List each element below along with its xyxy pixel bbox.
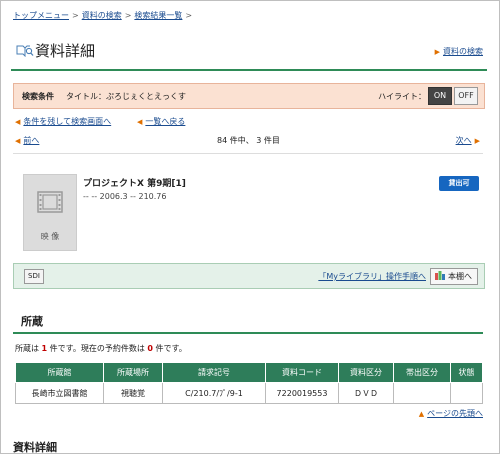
column-header: 所蔵館: [15, 362, 104, 383]
page-header: 資料詳細 ▶ 資料の検索: [11, 31, 487, 71]
highlight-on-button[interactable]: ON: [428, 87, 452, 105]
sdi-bar: SDI 「Myライブラリ」操作手順へ 本棚へ: [13, 263, 485, 289]
table-row: 長崎市立図書館 視聴覚 C/210.7/ﾌﾟ/9-1 7220019553 ＤＶ…: [15, 382, 483, 404]
breadcrumb-separator: >: [72, 11, 79, 20]
search-conditions-label: 検索条件: [22, 92, 54, 101]
page: トップメニュー > 資料の検索 > 検索結果一覧 > 資料詳細 ▶ 資料の検索 検索条件 タ…: [0, 0, 500, 454]
film-icon: [37, 191, 63, 216]
next-label[interactable]: 次へ: [456, 136, 472, 145]
page-title: 資料詳細: [35, 42, 96, 60]
bookshelf-button[interactable]: 本棚へ: [430, 268, 478, 285]
table-cell: 7220019553: [265, 382, 339, 404]
status-badge: 貸出可: [439, 176, 479, 191]
highlight-off-button[interactable]: OFF: [454, 87, 478, 105]
page-top-label[interactable]: ページの先頭へ: [427, 409, 483, 418]
table-cell: ＤＶＤ: [338, 382, 394, 404]
keep-conditions-link[interactable]: ◀ 条件を残して検索画面へ: [15, 116, 111, 127]
back-to-list-link[interactable]: ◀ 一覧へ戻る: [137, 116, 185, 127]
my-library-link[interactable]: 「Myライブラリ」操作手順へ: [318, 271, 426, 282]
table-cell: 視聴覚: [103, 382, 163, 404]
sdi-button[interactable]: SDI: [24, 269, 44, 284]
triangle-up-icon: ▲: [418, 410, 425, 418]
result-position: 84 件中、 3 件目: [217, 136, 280, 145]
triangle-right-icon: ▶: [474, 137, 480, 145]
column-header: 状態: [450, 362, 483, 383]
my-library-label[interactable]: 「Myライブラリ」操作手順へ: [318, 272, 426, 281]
table-header-row: 所蔵館 所蔵場所 請求記号 資料コード 資料区分 帯出区分 状態: [15, 362, 483, 383]
search-conditions-bar: 検索条件 タイトル：ぷろじぇくとえっくす ハイライト： ON OFF: [13, 83, 485, 109]
item-title: プロジェクトX 第9期[1]: [83, 179, 186, 189]
holdings-section-header: 所蔵: [13, 310, 483, 334]
holdings-table: 所蔵館 所蔵場所 請求記号 資料コード 資料区分 帯出区分 状態 長崎市立図書館…: [15, 362, 483, 404]
holdings-summary: 所蔵は 1 件です。現在の予約件数は 0 件です。: [15, 343, 187, 354]
table-cell: [393, 382, 451, 404]
table-cell: C/210.7/ﾌﾟ/9-1: [162, 382, 266, 404]
media-label: 映 像: [40, 232, 60, 241]
holdings-count: 1: [41, 344, 48, 353]
keep-conditions-label[interactable]: 条件を残して検索画面へ: [23, 117, 111, 126]
details-section-title: 資料詳細: [13, 441, 57, 454]
column-header: 帯出区分: [393, 362, 451, 383]
reservations-count: 0: [147, 344, 153, 353]
triangle-left-icon: ◀: [15, 137, 21, 145]
summary-suffix: 件です。: [155, 344, 187, 353]
triangle-right-icon: ▶: [434, 48, 440, 56]
triangle-left-icon: ◀: [15, 118, 21, 126]
highlight-label: ハイライト：: [378, 92, 426, 101]
book-search-icon: [16, 43, 34, 60]
bookshelf-icon: [435, 270, 445, 280]
table-cell: [450, 382, 483, 404]
search-link[interactable]: ▶ 資料の検索: [435, 46, 483, 57]
search-conditions-value: タイトル：ぷろじぇくとえっくす: [66, 92, 186, 101]
item-summary: 映 像 プロジェクトX 第9期[1] -- -- 2006.3 -- 210.7…: [13, 153, 483, 254]
summary-prefix: 所蔵は: [15, 344, 39, 353]
next-link[interactable]: 次へ ▶: [456, 135, 483, 146]
prev-label[interactable]: 前へ: [23, 136, 39, 145]
column-header: 資料区分: [338, 362, 394, 383]
column-header: 所蔵場所: [103, 362, 163, 383]
breadcrumb-top-menu[interactable]: トップメニュー: [13, 11, 69, 20]
holdings-title: 所蔵: [21, 315, 43, 328]
item-meta: -- -- 2006.3 -- 210.76: [83, 192, 167, 201]
bookshelf-label: 本棚へ: [448, 272, 472, 281]
breadcrumb: トップメニュー > 資料の検索 > 検索結果一覧 >: [13, 10, 195, 21]
breadcrumb-results-list[interactable]: 検索結果一覧: [134, 11, 182, 20]
page-top-link[interactable]: ▲ ページの先頭へ: [419, 408, 483, 419]
column-header: 資料コード: [265, 362, 339, 383]
breadcrumb-separator: >: [185, 11, 193, 20]
table-cell: 長崎市立図書館: [15, 382, 104, 404]
column-header: 請求記号: [162, 362, 266, 383]
triangle-left-icon: ◀: [137, 118, 143, 126]
summary-mid: 件です。現在の予約件数は: [49, 344, 145, 353]
search-link-label[interactable]: 資料の検索: [443, 47, 483, 56]
back-to-list-label[interactable]: 一覧へ戻る: [145, 117, 185, 126]
prev-link[interactable]: ◀ 前へ: [15, 135, 39, 146]
breadcrumb-separator: >: [124, 11, 132, 20]
breadcrumb-search[interactable]: 資料の検索: [82, 11, 122, 20]
media-thumbnail: 映 像: [23, 174, 77, 251]
